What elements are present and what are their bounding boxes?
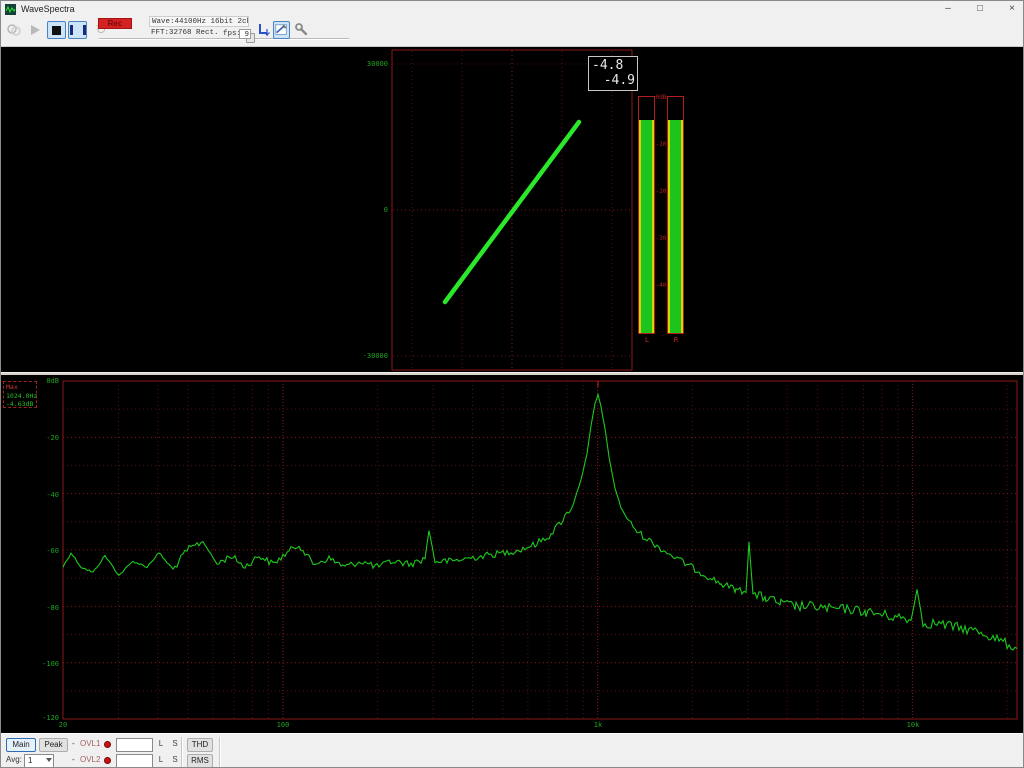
spectrum-plot: [1, 375, 1024, 733]
peak-info-level: -4.63dB: [6, 400, 36, 409]
s2-button[interactable]: S: [170, 754, 180, 768]
maximize-button[interactable]: □: [965, 1, 995, 17]
status-bar: Main Peak - OVL1 L S THD Avg: 1 - OVL2 L…: [1, 733, 1024, 768]
wave-format-readout: Wave:44100Hz 16bit 2ch: [149, 16, 249, 27]
scope-label-bottom: -30000: [354, 352, 388, 360]
stop-icon: [52, 26, 61, 35]
meter-scale-0: 0dB: [650, 94, 672, 101]
ovl2-field[interactable]: [116, 754, 153, 768]
spec-ylabel-0: 0dB: [29, 377, 59, 385]
spec-ylabel-20: -20: [29, 434, 59, 442]
thd-button[interactable]: THD: [187, 738, 213, 752]
pause-icon: [70, 25, 86, 35]
avg-value: 1: [28, 756, 32, 765]
toolbar: ↻ Rec Wave:44100Hz 16bit 2ch FFT:32768 R…: [1, 18, 1024, 47]
ovl2-label: OVL2: [80, 754, 100, 768]
spec-ylabel-100: -100: [29, 660, 59, 668]
level-readout-left: -4.8: [592, 58, 623, 73]
ovl1-label: OVL1: [80, 738, 100, 752]
display-settings-icon[interactable]: [273, 21, 290, 39]
close-button[interactable]: ×: [997, 1, 1024, 17]
rec-indicator: Rec: [98, 18, 132, 29]
ovl1-field[interactable]: [116, 738, 153, 752]
lissajous-scope: [1, 47, 1024, 372]
peak-info-freq: 1024.0Hz: [6, 392, 36, 401]
input-source-icon[interactable]: [6, 22, 22, 38]
chevron-down-icon: [46, 758, 52, 762]
spec-ylabel-40: -40: [29, 491, 59, 499]
avg-label: Avg:: [6, 754, 22, 768]
spectrum-panel: Max 1024.0Hz -4.63dB 0dB -20 -40 -60 -80…: [1, 375, 1024, 733]
scope-label-top: 30000: [354, 60, 388, 68]
meter-channel-left: L: [639, 336, 655, 344]
l2-button[interactable]: L: [156, 754, 166, 768]
peak-button[interactable]: Peak: [39, 738, 68, 752]
meter-scale-20: -20: [650, 188, 672, 195]
avg-select[interactable]: 1: [24, 754, 54, 768]
play-icon: [31, 25, 40, 35]
peak-info-box: Max 1024.0Hz -4.63dB: [3, 381, 37, 408]
separator: [181, 737, 183, 767]
meter-scale-30: -30: [650, 235, 672, 242]
level-meter-left-fill: [639, 120, 654, 333]
spec-xlabel-20: 20: [48, 721, 78, 729]
scope-panel: 30000 0 -30000 -4.8 -4.9 0dB -10 -20 -30…: [1, 47, 1024, 372]
pause-button[interactable]: [68, 21, 87, 39]
level-readout-right: -4.9: [604, 73, 635, 88]
fps-value-field[interactable]: 9: [239, 29, 251, 39]
meter-scale-40: -40: [650, 282, 672, 289]
spec-ylabel-60: -60: [29, 547, 59, 555]
level-meter-right-fill: [668, 120, 683, 333]
play-button[interactable]: [27, 22, 44, 39]
fft-settings-readout: FFT:32768 Rect.: [149, 28, 217, 39]
position-slider[interactable]: [99, 38, 349, 40]
app-icon: [5, 4, 16, 15]
main-tab-button[interactable]: Main: [6, 738, 36, 752]
settings-wrench-icon[interactable]: [294, 22, 309, 38]
spec-xlabel-1k: 1k: [583, 721, 613, 729]
l1-button[interactable]: L: [156, 738, 166, 752]
scope-label-zero: 0: [354, 206, 388, 214]
spec-xlabel-100: 100: [268, 721, 298, 729]
rms-button[interactable]: RMS: [187, 754, 213, 768]
separator: [219, 737, 221, 767]
stop-button[interactable]: [47, 21, 66, 39]
spec-xlabel-10k: 10k: [898, 721, 928, 729]
s1-button[interactable]: S: [170, 738, 180, 752]
meter-scale-10: -10: [650, 141, 672, 148]
minimize-button[interactable]: –: [933, 1, 963, 17]
copy-to-clipboard-icon[interactable]: [256, 22, 271, 38]
window-title: WaveSpectra: [21, 4, 75, 14]
meter-channel-right: R: [668, 336, 684, 344]
level-readout-box: -4.8 -4.9: [588, 56, 638, 91]
ovl2-led: [104, 757, 111, 764]
dash-2: -: [72, 754, 75, 768]
wavespectra-window: WaveSpectra – □ × ↻ Rec Wave:44100Hz 16b…: [0, 0, 1024, 768]
ovl1-led: [104, 741, 111, 748]
spec-ylabel-80: -80: [29, 604, 59, 612]
dash-1: -: [72, 738, 75, 752]
